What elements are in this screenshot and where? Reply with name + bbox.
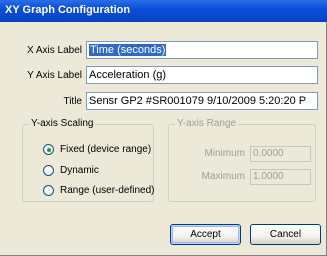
radio-dot xyxy=(46,147,51,152)
x-axis-label-input[interactable]: Time (seconds) xyxy=(86,41,318,59)
title-caption: Title xyxy=(63,96,82,107)
window-title: XY Graph Configuration xyxy=(5,4,131,16)
minimum-input[interactable]: 0.0000 xyxy=(250,146,311,162)
maximum-caption: Maximum xyxy=(201,171,245,182)
x-axis-label-value: Time (seconds) xyxy=(89,44,167,56)
radio-dynamic[interactable]: Dynamic xyxy=(43,165,151,177)
maximum-input[interactable]: 1.0000 xyxy=(250,169,311,185)
radio-fixed-device-range[interactable]: Fixed (device range) xyxy=(43,144,151,156)
title-input[interactable]: Sensr GP2 #SR001079 9/10/2009 5:20:20 P xyxy=(86,92,318,110)
title-bar[interactable]: XY Graph Configuration xyxy=(0,0,327,22)
radio-fixed-label: Fixed (device range) xyxy=(60,144,152,155)
radio-button[interactable] xyxy=(43,185,54,196)
radio-range-user-defined[interactable]: Range (user-defined) xyxy=(43,185,155,197)
radio-dynamic-label: Dynamic xyxy=(60,165,99,176)
radio-button-selected[interactable] xyxy=(43,144,54,155)
y-axis-range-title: Y-axis Range xyxy=(175,118,239,130)
accept-button[interactable]: Accept xyxy=(170,224,241,245)
y-axis-scaling-title: Y-axis Scaling xyxy=(29,118,96,130)
y-axis-range-group: Y-axis Range Minimum 0.0000 Maximum 1.00… xyxy=(168,118,316,202)
cancel-button[interactable]: Cancel xyxy=(250,224,321,245)
y-axis-label-input[interactable]: Acceleration (g) xyxy=(86,66,318,84)
x-axis-label-caption: X Axis Label xyxy=(26,45,82,56)
minimum-caption: Minimum xyxy=(204,148,245,159)
radio-range-label: Range (user-defined) xyxy=(60,185,155,196)
radio-button[interactable] xyxy=(43,165,54,176)
y-axis-scaling-group: Y-axis Scaling Fixed (device range) Dyna… xyxy=(22,118,155,202)
xy-graph-config-dialog: XY Graph Configuration X Axis Label Time… xyxy=(0,0,327,256)
y-axis-label-caption: Y Axis Label xyxy=(27,70,82,81)
